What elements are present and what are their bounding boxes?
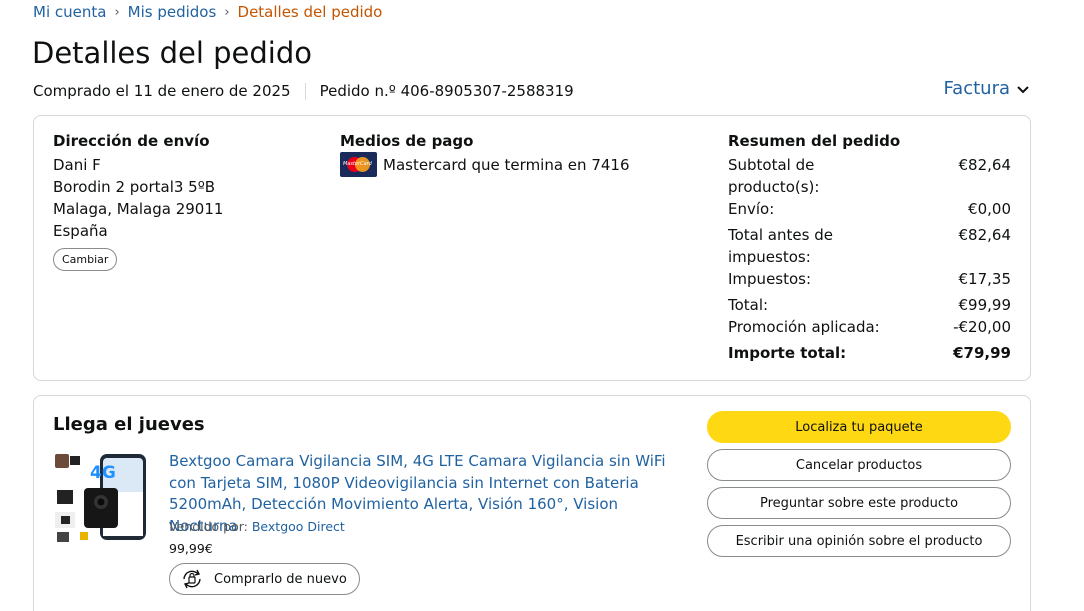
summary-value: €0,00: [968, 200, 1011, 218]
mastercard-logo-text: MasterCard: [343, 161, 372, 167]
payment-title: Medios de pago: [340, 132, 474, 150]
breadcrumb: Mi cuenta › Mis pedidos › Detalles del p…: [33, 3, 382, 21]
summary-label: Envío:: [728, 200, 775, 218]
buy-again-label: Comprarlo de nuevo: [214, 571, 347, 587]
shipping-address: Dirección de envío Dani F Borodin 2 port…: [53, 132, 313, 271]
payment-card-text: Mastercard que termina en 7416: [383, 155, 630, 174]
summary-label: Total:: [728, 296, 769, 314]
breadcrumb-separator: ›: [114, 4, 120, 20]
address-country: España: [53, 222, 108, 240]
summary-label: Subtotal de producto(s):: [728, 156, 820, 196]
cancel-items-button[interactable]: Cancelar productos: [707, 449, 1011, 481]
summary-total-label: Importe total:: [728, 344, 847, 362]
summary-row: Impuestos: €17,35: [728, 268, 1011, 290]
shipping-address-title: Dirección de envío: [53, 132, 210, 150]
order-summary-card: Dirección de envío Dani F Borodin 2 port…: [33, 115, 1031, 381]
sold-by-label: Vendido por:: [169, 519, 248, 534]
chevron-down-icon: [1017, 85, 1029, 93]
summary-label: Impuestos:: [728, 270, 812, 288]
shipment-actions: Localiza tu paquete Cancelar productos P…: [707, 411, 1011, 563]
breadcrumb-separator: ›: [224, 4, 230, 20]
summary-row: Envío: €0,00: [728, 198, 1011, 220]
address-city: Malaga, Malaga 29011: [53, 200, 224, 218]
buy-again-button[interactable]: Comprarlo de nuevo: [169, 563, 360, 595]
summary-total-value: €79,99: [953, 344, 1011, 362]
summary-value: -€20,00: [953, 318, 1011, 336]
write-review-button[interactable]: Escribir una opinión sobre el producto: [707, 525, 1011, 557]
summary-row: Total: €99,99: [728, 294, 1011, 316]
invoice-label: Factura: [943, 78, 1010, 99]
summary-row: Subtotal de producto(s): €82,64: [728, 154, 1011, 198]
mastercard-icon: MasterCard: [340, 152, 377, 177]
seller-link[interactable]: Bextgoo Direct: [252, 519, 345, 534]
summary-value: €17,35: [958, 270, 1012, 288]
payment-card-row: MasterCard Mastercard que termina en 741…: [340, 152, 680, 177]
invoice-dropdown[interactable]: Factura: [943, 78, 1030, 99]
change-address-button[interactable]: Cambiar: [53, 248, 118, 271]
shipment-card: Llega el jueves 4G Bextgoo Camara Vigila…: [33, 395, 1031, 611]
ask-product-question-button[interactable]: Preguntar sobre este producto: [707, 487, 1011, 519]
summary-value: €99,99: [958, 296, 1012, 314]
order-number: Pedido n.º 406-8905307-2588319: [319, 82, 574, 100]
order-summary: Resumen del pedido Subtotal de producto(…: [728, 132, 1011, 364]
summary-value: €82,64: [958, 226, 1012, 244]
meta-divider: [304, 82, 306, 100]
page-title: Detalles del pedido: [32, 36, 312, 70]
product-image-badge: 4G: [90, 463, 116, 483]
summary-label: Promoción aplicada:: [728, 318, 880, 336]
delivery-status: Llega el jueves: [53, 414, 205, 435]
summary-value: €82,64: [958, 156, 1012, 174]
summary-row: Promoción aplicada: -€20,00: [728, 316, 1011, 338]
summary-total-row: Importe total: €79,99: [728, 342, 1011, 364]
sold-by: Vendido por: Bextgoo Direct: [169, 519, 345, 534]
summary-row: Total antes de impuestos: €82,64: [728, 224, 1011, 268]
product-image[interactable]: 4G: [54, 452, 152, 546]
recipient-name: Dani F: [53, 156, 101, 174]
reorder-cycle-icon: [183, 569, 201, 589]
purchase-date: Comprado el 11 de enero de 2025: [33, 82, 291, 100]
breadcrumb-current: Detalles del pedido: [237, 3, 383, 21]
product-price: 99,99€: [169, 541, 213, 556]
order-meta: Comprado el 11 de enero de 2025 Pedido n…: [33, 82, 574, 100]
breadcrumb-my-account[interactable]: Mi cuenta: [33, 3, 106, 21]
address-street: Borodin 2 portal3 5ºB: [53, 178, 216, 196]
track-package-button[interactable]: Localiza tu paquete: [707, 411, 1011, 443]
breadcrumb-my-orders[interactable]: Mis pedidos: [128, 3, 217, 21]
summary-title: Resumen del pedido: [728, 132, 901, 150]
payment-method: Medios de pago MasterCard Mastercard que…: [340, 132, 680, 177]
summary-label: Total antes de impuestos:: [728, 226, 833, 266]
